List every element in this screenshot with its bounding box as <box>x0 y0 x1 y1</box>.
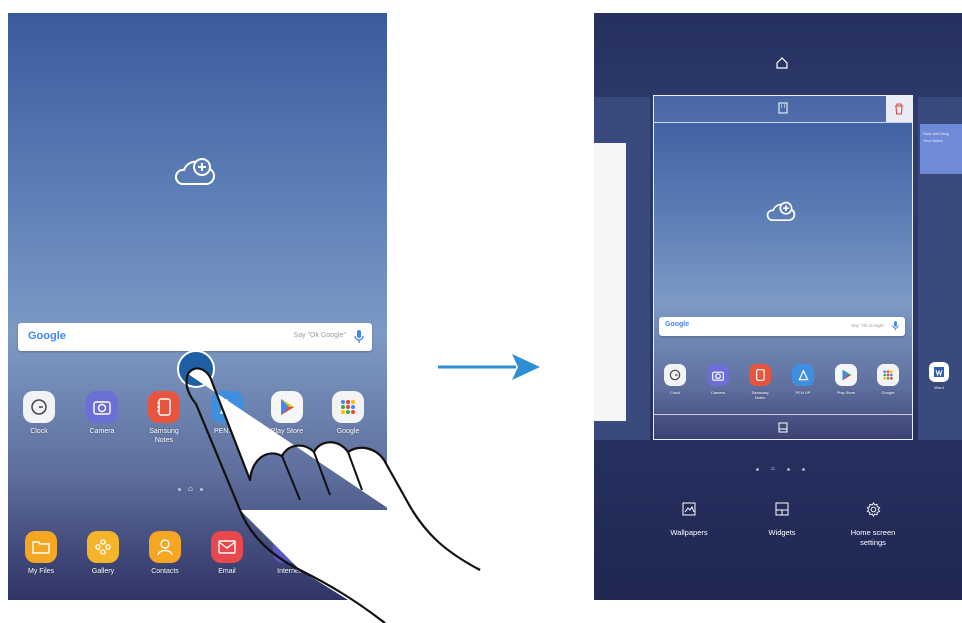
page-dot[interactable] <box>786 467 790 471</box>
clock-icon <box>23 391 55 423</box>
cloud-plus-icon[interactable] <box>172 154 218 188</box>
app-clock[interactable]: Clock <box>18 391 60 436</box>
app-gallery[interactable]: Gallery <box>82 531 124 576</box>
widgets-button[interactable]: Widgets <box>759 502 805 538</box>
app-label: Word <box>934 385 944 390</box>
page-indicator: ⌂ <box>756 465 805 473</box>
trash-icon <box>895 103 903 115</box>
wallpaper-icon <box>682 502 696 516</box>
notes-icon <box>148 391 180 423</box>
camera-icon <box>707 364 729 386</box>
play-store-icon <box>835 364 857 386</box>
google-logo: Google <box>665 321 690 328</box>
word-icon <box>929 362 949 382</box>
app-samsung-notes[interactable]: Samsung Notes <box>744 364 776 400</box>
app-camera[interactable]: Camera <box>81 391 123 436</box>
microphone-icon[interactable] <box>892 321 899 331</box>
delete-page-button[interactable] <box>886 96 912 122</box>
home-screen-settings-label: Home screen settings <box>850 528 896 547</box>
app-label: PEN.UP <box>795 390 811 395</box>
next-page-preview[interactable]: Hold and Drag Your Notes Word <box>918 97 962 440</box>
notes-icon <box>749 364 771 386</box>
camera-icon <box>86 391 118 423</box>
app-camera[interactable]: Camera <box>702 364 734 395</box>
gear-icon <box>866 502 880 517</box>
voice-hint: Say "Ok Google" <box>851 323 885 328</box>
penup-icon <box>792 364 814 386</box>
contacts-icon <box>149 531 181 563</box>
app-penup[interactable]: PEN.UP <box>787 364 819 395</box>
app-label: Play Store <box>836 390 856 395</box>
wallpapers-button[interactable]: Wallpapers <box>664 502 714 538</box>
voice-hint: Say "Ok Google" <box>293 332 346 339</box>
note-widget-preview: Hold and Drag Your Notes <box>920 124 962 174</box>
widgets-icon <box>775 502 789 516</box>
app-word[interactable]: Word <box>924 362 954 390</box>
home-edit-screen: Hold and Drag Your Notes Word Google Say… <box>594 13 962 600</box>
app-label: Google <box>881 390 895 395</box>
app-label: Samsung Notes <box>751 390 769 400</box>
google-logo: Google <box>28 330 66 342</box>
home-screen-settings-button[interactable]: Home screen settings <box>840 502 906 548</box>
google-search-bar[interactable]: Google Say "Ok Google" <box>18 323 372 351</box>
app-label: Camera <box>710 390 726 395</box>
dock-icon[interactable] <box>778 422 788 433</box>
previous-page-preview[interactable] <box>594 97 650 440</box>
page-grid-icon[interactable] <box>778 102 788 114</box>
page-dot[interactable] <box>756 467 759 471</box>
home-icon[interactable] <box>776 57 788 69</box>
microphone-icon[interactable] <box>354 330 364 344</box>
page-dot[interactable] <box>801 467 805 471</box>
app-play-store[interactable]: Play Store <box>830 364 862 395</box>
google-folder-icon <box>877 364 899 386</box>
app-my-files[interactable]: My Files <box>20 531 62 576</box>
gallery-icon <box>87 531 119 563</box>
transition-arrow-icon <box>438 354 540 380</box>
folder-icon <box>25 531 57 563</box>
app-label: Camera <box>89 428 115 435</box>
current-page-preview[interactable]: Google Say "Ok Google" Clock Camera Sams… <box>653 95 913 440</box>
app-label: My Files <box>27 568 55 575</box>
widgets-label: Widgets <box>768 528 796 537</box>
app-label: Gallery <box>91 568 115 575</box>
home-page-dot-icon[interactable]: ⌂ <box>771 465 775 473</box>
cloud-plus-icon[interactable] <box>764 199 798 223</box>
clock-icon <box>664 364 686 386</box>
app-label: Clock <box>669 390 680 395</box>
app-google-folder[interactable]: Google <box>872 364 904 395</box>
google-search-bar[interactable]: Google Say "Ok Google" <box>659 317 905 336</box>
app-clock[interactable]: Clock <box>659 364 691 395</box>
widget-preview <box>594 143 626 421</box>
wallpapers-label: Wallpapers <box>670 528 708 537</box>
app-label: Clock <box>30 428 48 435</box>
hand-icon <box>185 367 481 623</box>
